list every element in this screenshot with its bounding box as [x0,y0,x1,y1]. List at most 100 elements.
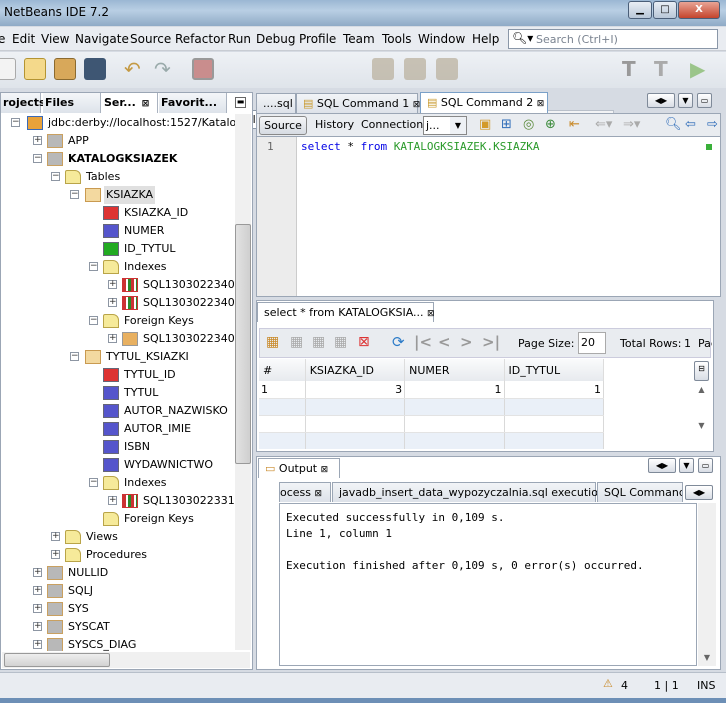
tree-node[interactable]: NUMER [1,222,236,240]
expand-icon[interactable]: + [108,334,117,343]
tree-node[interactable]: − TYTUL_KSIAZKI [1,348,236,366]
toggle-bookmark-icon[interactable]: ⇤ [569,117,580,132]
tree-node[interactable]: AUTOR_IMIE [1,420,236,438]
tab-list-dropdown-icon[interactable]: ▼ [679,458,694,473]
menu-help[interactable]: Help [472,32,499,46]
tree-node[interactable]: + SYSCS_DIAG [1,636,236,651]
tree-node[interactable]: KSIAZKA_ID [1,204,236,222]
tree-node[interactable]: + SQL130302234036 [1,276,236,294]
find-next-icon[interactable]: ⇨ [707,117,718,132]
tree-node[interactable]: TYTUL_ID [1,366,236,384]
column-header[interactable]: KSIAZKA_ID [305,359,406,381]
cell[interactable]: 1 [404,381,505,399]
tree-node[interactable]: ISBN [1,438,236,456]
column-chooser-icon[interactable]: ⊟ [694,361,709,381]
expand-icon[interactable]: + [33,640,42,649]
next-page-icon[interactable]: > [460,333,473,351]
expand-icon[interactable]: + [33,586,42,595]
column-header[interactable]: # [259,359,306,381]
cancel-edits-icon[interactable]: ▦ [334,334,347,350]
tree-node[interactable]: − Tables [1,168,236,186]
tree-node[interactable]: − KATALOGKSIAZEK [1,150,236,168]
collapse-icon[interactable]: − [89,316,98,325]
refresh-icon[interactable]: ⟳ [392,333,405,351]
collapse-icon[interactable]: − [33,154,42,163]
menu-navigate[interactable]: Navigate [75,32,129,46]
expand-icon[interactable]: + [33,604,42,613]
tree-node[interactable]: + SQL130302233158 [1,492,236,510]
search-input[interactable]: 🔍︎▾ Search (Ctrl+I) [508,29,718,49]
expand-icon[interactable]: + [33,136,42,145]
insert-record-icon[interactable]: ▦ [266,334,279,350]
save-all-icon[interactable] [84,58,106,80]
close-icon[interactable]: ⊠ [427,309,435,319]
menu-view[interactable]: View [41,32,69,46]
previous-page-icon[interactable]: < [438,333,451,351]
expand-icon[interactable]: + [51,550,60,559]
expand-icon[interactable]: + [108,496,117,505]
redo-icon[interactable]: ↷ [154,58,176,80]
tree-node[interactable]: WYDAWNICTWO [1,456,236,474]
build-hammer-icon[interactable]: T [622,58,644,80]
tab-sql-file[interactable]: ....sql [256,93,296,113]
expand-icon[interactable]: + [33,622,42,631]
collapse-icon[interactable]: − [70,190,79,199]
cell[interactable]: 1 [259,381,306,399]
column-header[interactable]: NUMER [404,359,505,381]
tree-node[interactable]: Foreign Keys [1,510,236,528]
collapse-icon[interactable]: − [11,118,20,127]
collapse-icon[interactable]: − [51,172,60,181]
clean-build-icon[interactable]: T [654,58,676,80]
remove-server-icon[interactable] [436,58,458,80]
close-button[interactable]: X [678,1,720,19]
maximize-window-icon[interactable]: ▭ [697,93,712,108]
tab-sql-command-2[interactable]: ▤ SQL Command 2 ⊠ [420,92,548,114]
tree-node[interactable]: ID_TYTUL [1,240,236,258]
tree-node[interactable]: AUTOR_NAZWISKO [1,402,236,420]
tab-sql-command-1-output[interactable]: SQL Command 1 [597,482,683,502]
tree-node[interactable]: − jdbc:derby://localhost:1527/Katalogksi [1,114,236,132]
menu-source[interactable]: Source [130,32,171,46]
scrollbar-thumb[interactable] [235,224,251,464]
run-sql-icon[interactable]: ▣ [479,117,491,132]
tree-node[interactable]: − Indexes [1,258,236,276]
truncate-table-icon[interactable]: ⊠ [358,334,370,350]
tree-node[interactable]: − KSIAZKA [1,186,236,204]
scrollbar-thumb[interactable] [4,653,110,667]
scroll-tabs-arrows[interactable]: ◀▶ [647,93,675,108]
notifications-warning-icon[interactable]: ⚠ [603,677,613,690]
tree-vertical-scrollbar[interactable] [235,114,251,650]
column-header[interactable]: ID_TYTUL [504,359,604,381]
run-statement-icon[interactable]: ⊞ [501,117,512,132]
close-icon[interactable]: ⊠ [315,489,323,499]
output-text-area[interactable]: Executed successfully in 0,109 s. Line 1… [279,503,697,666]
delete-record-icon[interactable]: ▦ [290,334,303,350]
tab-result[interactable]: select * from KATALOGKSIA... ⊠ [257,302,435,322]
grid-scrollbar[interactable]: ▲ ▼ [694,385,709,447]
expand-icon[interactable]: + [108,280,117,289]
minimize-button[interactable]: ▁ [628,1,652,19]
sql-editor[interactable]: 1 select * from KATALOGKSIAZEK.KSIAZKA [256,137,721,297]
add-server-icon[interactable] [372,58,394,80]
menu-refactor[interactable]: Refactor [175,32,225,46]
tree-node[interactable]: + Procedures [1,546,236,564]
undo-icon[interactable]: ↶ [124,58,146,80]
tree-node[interactable]: + NULLID [1,564,236,582]
server-icon[interactable] [404,58,426,80]
monitor-icon[interactable] [192,58,214,80]
tab-output[interactable]: ▭ Output ⊠ [258,458,340,478]
tree-node[interactable]: TYTUL [1,384,236,402]
tree-node[interactable]: + SYSCAT [1,618,236,636]
commit-icon[interactable]: ▦ [312,334,325,350]
collapse-icon[interactable]: − [89,478,98,487]
tree-node[interactable]: + Views [1,528,236,546]
new-project-icon[interactable] [24,58,46,80]
menu-run[interactable]: Run [228,32,251,46]
collapse-icon[interactable]: − [89,262,98,271]
scroll-subtabs-arrows[interactable]: ◀▶ [685,485,713,500]
cell[interactable]: 3 [305,381,406,399]
menu-window[interactable]: Window [418,32,465,46]
source-button[interactable]: Source [259,116,307,135]
next-bookmark-icon[interactable]: ⇒▾ [623,117,640,132]
tree-node[interactable]: − Indexes [1,474,236,492]
